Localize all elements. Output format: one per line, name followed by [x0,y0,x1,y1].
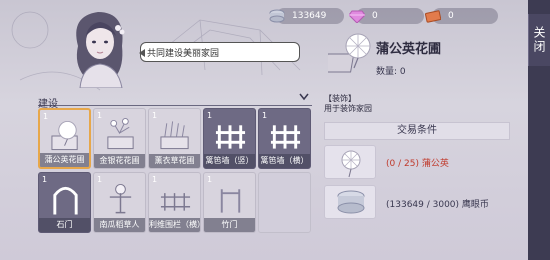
build-item-slot[interactable]: 1 蒲公英花圃 [38,108,91,169]
fence-vertical-icon [215,125,246,149]
trade-conditions-header: 交易条件 [324,122,510,140]
pink-gem-icon [348,7,366,25]
item-name: 利维围栏（横） [149,218,200,232]
ticket-icon [424,7,442,25]
close-button[interactable]: 关闭 [528,14,550,66]
item-count: 1 [43,112,49,121]
build-item-slot[interactable]: 1 石门 [38,172,91,233]
item-count: 1 [207,175,213,184]
build-item-slot[interactable]: 1 南瓜稻草人 [93,172,146,233]
item-count: 1 [97,111,103,120]
item-count: 1 [207,111,213,120]
item-count: 1 [97,175,103,184]
chevron-down-icon[interactable] [298,91,310,103]
item-count: 1 [262,111,268,120]
coin-stack-icon [268,7,286,25]
game-screen: 133649 0 0 关闭 共同建设美丽家园 建设 1 蒲公英花圃 1 金银花花圃 1 薰… [0,0,550,260]
item-count: 1 [152,175,158,184]
item-quantity: 数量: 0 [376,67,406,77]
railing-icon [160,193,191,211]
item-name: 篱笆墙（竖） [204,154,255,168]
dandelion-planter-icon [328,33,371,73]
requirement-coins-text: (133649 / 3000) 鹰眼币 [386,200,489,210]
build-item-slot[interactable]: 1 薰衣草花圃 [148,108,201,169]
lavender-planter-icon [160,121,189,150]
empty-slot [258,172,311,233]
item-name: 薰衣草花圃 [149,154,200,168]
dandelion-icon [341,150,361,178]
item-name: 蒲公英花圃 [40,153,89,167]
resource-gems: 0 [349,8,424,24]
honeysuckle-planter-icon [107,118,134,150]
item-count: 1 [152,111,158,120]
build-section-header[interactable]: 建设 [38,91,312,110]
item-name: 南瓜稻草人 [94,218,145,232]
item-name: 蒲公英花圃 [376,42,442,57]
bamboo-gate-icon [220,189,241,213]
build-item-slot[interactable]: 1 篱笆墙（横） [258,108,311,169]
coin-stack-icon [337,190,365,214]
npc-avatar [76,12,125,88]
stone-arch-icon [53,186,78,215]
item-count: 1 [42,175,48,184]
build-item-slot[interactable]: 1 利维围栏（横） [148,172,201,233]
dandelion-planter-icon [51,120,78,151]
build-item-slot[interactable]: 1 金银花花圃 [93,108,146,169]
item-name: 石门 [39,218,90,232]
requirement-dandelion[interactable] [324,145,376,179]
resource-coins: 133649 [269,8,344,24]
resource-tickets: 0 [425,8,498,24]
fence-horizontal-icon [270,125,301,149]
item-name: 金银花花圃 [94,154,145,168]
requirement-coins[interactable] [324,185,376,219]
item-description: 用于装饰家园 [324,104,372,113]
build-item-slot[interactable]: 1 篱笆墙（竖） [203,108,256,169]
requirement-dandelion-text: (0 / 25) 蒲公英 [386,159,449,169]
item-name: 竹门 [204,218,255,232]
pumpkin-scarecrow-icon [109,183,132,214]
build-item-slot[interactable]: 1 竹门 [203,172,256,233]
npc-speech-bubble: 共同建设美丽家园 [139,42,300,62]
item-name: 篱笆墙（横） [259,154,310,168]
